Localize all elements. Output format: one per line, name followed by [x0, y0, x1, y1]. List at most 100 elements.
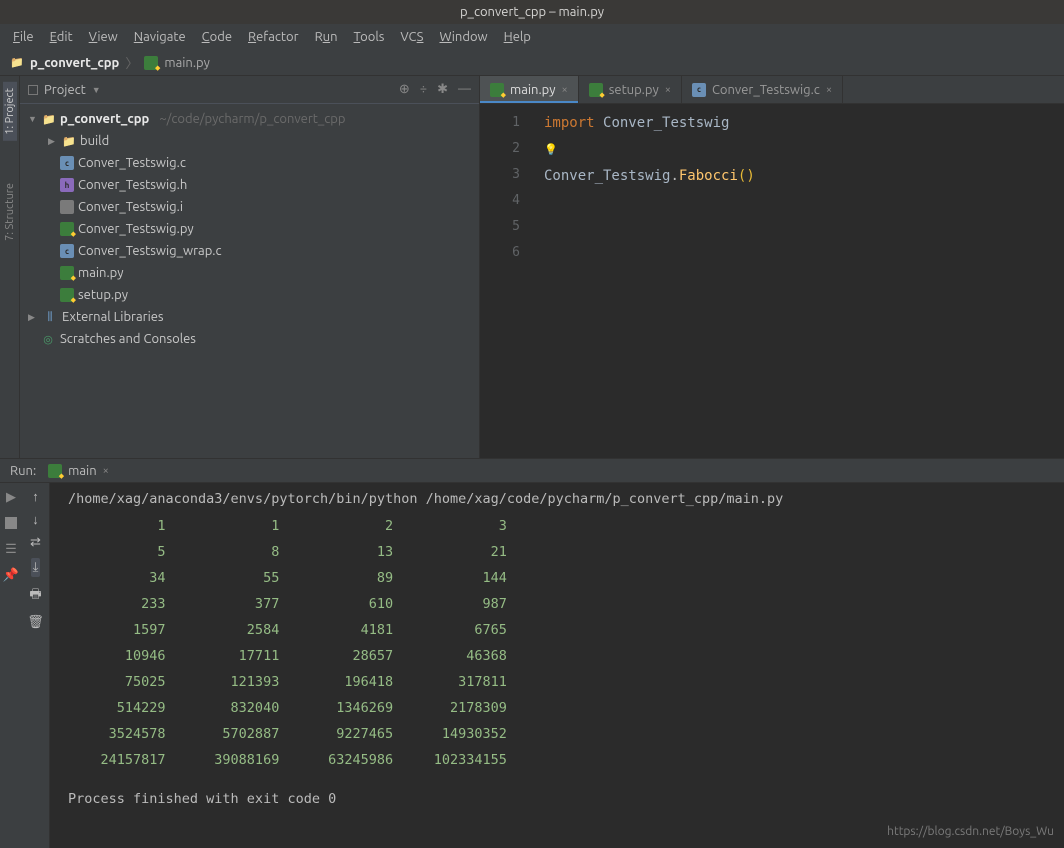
project-tree: ▼ p_convert_cpp ~/code/pycharm/p_convert…: [20, 104, 479, 458]
close-icon[interactable]: ×: [665, 84, 671, 96]
folder-icon: [42, 112, 56, 126]
trash-icon[interactable]: 🗑: [27, 615, 44, 630]
stop-button[interactable]: [3, 515, 19, 531]
console-output[interactable]: /home/xag/anaconda3/envs/pytorch/bin/pyt…: [50, 483, 1064, 848]
tree-scratches[interactable]: ◎ Scratches and Consoles: [20, 328, 479, 350]
tree-file[interactable]: c Conver_Testswig_wrap.c: [20, 240, 479, 262]
locate-icon[interactable]: ⊕: [399, 82, 410, 97]
menu-code[interactable]: Code: [195, 27, 239, 47]
menu-edit[interactable]: Edit: [43, 27, 80, 47]
console-numbers: 1 1 2 3 5 8 13 21 34 55 89 144 233 377 6…: [68, 513, 1046, 773]
menu-tools[interactable]: Tools: [347, 27, 392, 47]
menu-help[interactable]: Help: [497, 27, 538, 47]
up-icon[interactable]: ↑: [32, 489, 39, 504]
libraries-icon: ⫼: [42, 310, 58, 324]
tab-label: main.py: [510, 83, 556, 97]
print-icon[interactable]: 🖶: [29, 585, 41, 607]
breadcrumb-file[interactable]: main.py: [164, 56, 210, 70]
python-icon: [48, 464, 62, 478]
soft-wrap-icon[interactable]: ⇄: [30, 535, 41, 550]
breadcrumb-project[interactable]: p_convert_cpp: [30, 56, 119, 70]
project-panel-title[interactable]: Project: [44, 83, 86, 97]
python-icon: [60, 266, 74, 280]
tab-label: setup.py: [609, 83, 659, 97]
run-header: Run: main ×: [0, 459, 1064, 483]
line-gutter: 123456: [480, 104, 530, 458]
tree-file[interactable]: h Conver_Testswig.h: [20, 174, 479, 196]
hide-icon[interactable]: —: [458, 82, 471, 97]
close-icon[interactable]: ×: [826, 84, 832, 96]
arrow-down-icon: ▼: [28, 114, 38, 124]
tree-file[interactable]: main.py: [20, 262, 479, 284]
tree-file[interactable]: setup.py: [20, 284, 479, 306]
tree-file[interactable]: Conver_Testswig.py: [20, 218, 479, 240]
tab-setup-py[interactable]: setup.py ×: [579, 76, 682, 103]
menu-navigate[interactable]: Navigate: [127, 27, 193, 47]
python-icon: [490, 83, 504, 97]
tree-label: Conver_Testswig_wrap.c: [78, 244, 222, 258]
tree-root-name: p_convert_cpp: [60, 112, 149, 126]
tree-label: main.py: [78, 266, 124, 280]
layout-button[interactable]: ☰: [3, 541, 19, 557]
left-toolbar: 1: Project 7: Structure: [0, 76, 20, 458]
tab-main-py[interactable]: main.py ×: [480, 76, 579, 103]
console-exit: Process finished with exit code 0: [68, 791, 1046, 807]
tree-label: Conver_Testswig.py: [78, 222, 194, 236]
gear-icon[interactable]: ✱: [437, 82, 448, 97]
menu-vcs[interactable]: VCS: [393, 27, 430, 47]
breadcrumb: p_convert_cpp 〉 main.py: [0, 50, 1064, 76]
editor-body[interactable]: 123456 import Conver_Testswig 💡 Conver_T…: [480, 104, 1064, 458]
tree-file[interactable]: Conver_Testswig.i: [20, 196, 479, 218]
pin-button[interactable]: 📌: [3, 567, 19, 583]
tab-conver-c[interactable]: c Conver_Testswig.c ×: [682, 76, 843, 103]
sidebar-tab-project[interactable]: 1: Project: [3, 82, 17, 141]
run-actions: ▶ ☰ 📌: [0, 483, 22, 848]
c-file-icon: c: [60, 156, 74, 170]
sidebar-tab-structure[interactable]: 7: Structure: [3, 177, 17, 247]
tree-folder-build[interactable]: ▶ build: [20, 130, 479, 152]
editor-panel: main.py × setup.py × c Conver_Testswig.c…: [480, 76, 1064, 458]
rerun-button[interactable]: ▶: [3, 489, 19, 505]
python-icon: [144, 56, 158, 70]
menu-view[interactable]: View: [82, 27, 125, 47]
tree-root[interactable]: ▼ p_convert_cpp ~/code/pycharm/p_convert…: [20, 108, 479, 130]
project-panel: Project ▼ ⊕ ÷ ✱ — ▼ p_convert_cpp ~/code…: [20, 76, 480, 458]
tree-label: Conver_Testswig.i: [78, 200, 183, 214]
run-tool-window: Run: main × ▶ ☰ 📌 ↑ ↓ ⇄ ⤓ 🖶 🗑 /home/xag/…: [0, 458, 1064, 848]
c-file-icon: c: [60, 244, 74, 258]
run-config-tab[interactable]: main ×: [48, 464, 109, 478]
python-icon: [589, 83, 603, 97]
intention-bulb-icon[interactable]: 💡: [544, 143, 558, 156]
main-layout: 1: Project 7: Structure Project ▼ ⊕ ÷ ✱ …: [0, 76, 1064, 458]
menu-window[interactable]: Window: [432, 27, 494, 47]
arrow-right-icon: ▶: [48, 136, 58, 147]
folder-icon: [10, 56, 24, 70]
menu-file[interactable]: File: [6, 27, 41, 47]
menu-run[interactable]: Run: [308, 27, 345, 47]
menu-refactor[interactable]: Refactor: [241, 27, 306, 47]
tree-label: Conver_Testswig.c: [78, 156, 186, 170]
python-icon: [60, 222, 74, 236]
console-actions: ↑ ↓ ⇄ ⤓ 🖶 🗑: [22, 483, 50, 848]
h-file-icon: h: [60, 178, 74, 192]
scratches-icon: ◎: [40, 332, 56, 346]
tree-ext-libraries[interactable]: ▶ ⫼ External Libraries: [20, 306, 479, 328]
tree-label: Conver_Testswig.h: [78, 178, 187, 192]
close-icon[interactable]: ×: [103, 465, 109, 477]
tab-label: Conver_Testswig.c: [712, 83, 820, 97]
text-file-icon: [60, 200, 74, 214]
tree-label: setup.py: [78, 288, 128, 302]
breadcrumb-sep: 〉: [125, 53, 138, 72]
close-icon[interactable]: ×: [562, 84, 568, 96]
menu-bar: File Edit View Navigate Code Refactor Ru…: [0, 24, 1064, 50]
chevron-down-icon[interactable]: ▼: [92, 85, 101, 95]
tree-root-path: ~/code/pycharm/p_convert_cpp: [159, 112, 345, 126]
c-file-icon: c: [692, 83, 706, 97]
tree-file[interactable]: c Conver_Testswig.c: [20, 152, 479, 174]
scroll-to-end-icon[interactable]: ⤓: [31, 558, 41, 577]
arrow-right-icon: ▶: [28, 312, 38, 323]
down-icon[interactable]: ↓: [32, 512, 39, 527]
code-area[interactable]: import Conver_Testswig 💡 Conver_Testswig…: [530, 104, 755, 458]
collapse-icon[interactable]: ÷: [420, 82, 427, 97]
python-icon: [60, 288, 74, 302]
